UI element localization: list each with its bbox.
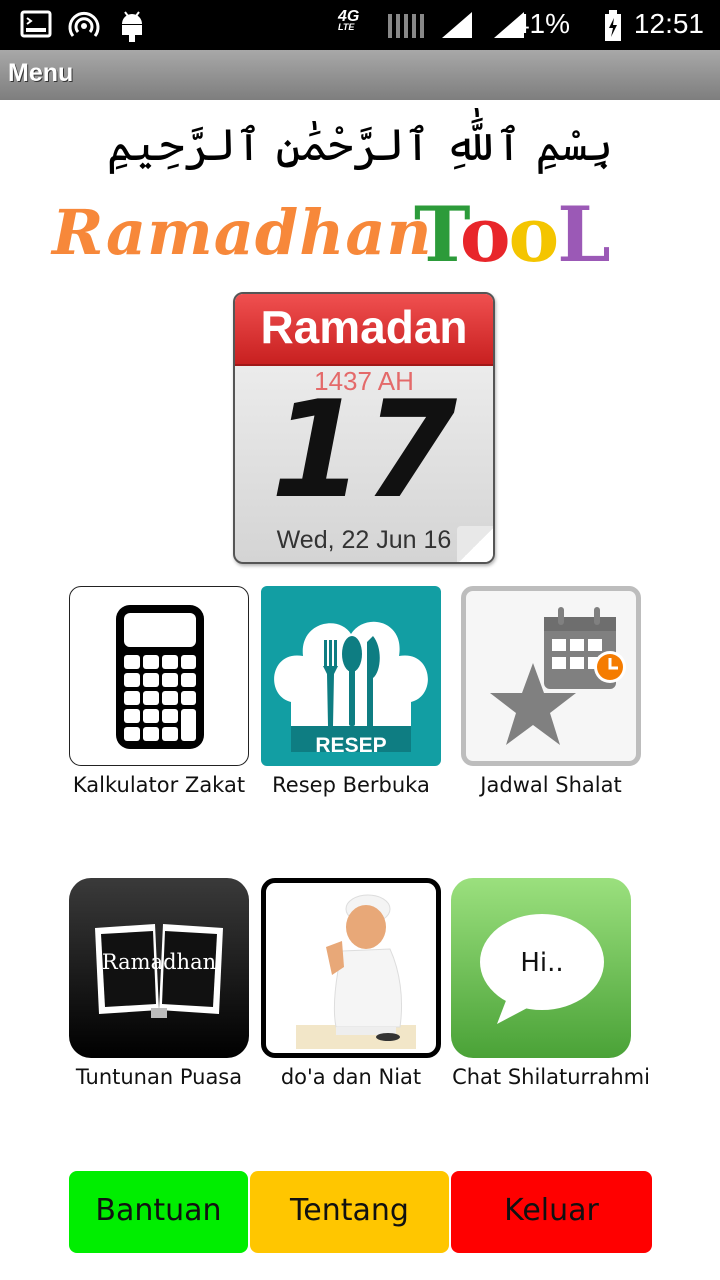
star-icon bbox=[488, 661, 578, 751]
calendar-header: Ramadan bbox=[235, 294, 493, 366]
terminal-icon bbox=[20, 10, 52, 44]
logo-letter-l: L bbox=[557, 190, 610, 279]
logo-letter-o2: o bbox=[508, 190, 560, 279]
book-title: Ramadhan bbox=[101, 950, 217, 974]
zakat-calculator-label: Kalkulator Zakat bbox=[72, 773, 246, 797]
bismillah-text: بِسْمِ ٱللَّٰهِ ٱلرَّحْمَٰنِ ٱلرَّحِيمِ bbox=[106, 120, 614, 171]
clock: 12:51 bbox=[633, 8, 704, 39]
chat-bubble-text: Hi.. bbox=[520, 948, 564, 978]
chat-tile[interactable]: Hi.. bbox=[451, 878, 631, 1058]
about-button[interactable]: Tentang bbox=[250, 1171, 449, 1253]
prayer-schedule-tile[interactable] bbox=[461, 586, 641, 766]
status-bar: 4G LTE 41% 12:51 bbox=[0, 0, 720, 50]
zakat-calculator-tile[interactable] bbox=[69, 586, 249, 766]
chat-label: Chat Shilaturrahmi bbox=[452, 1065, 650, 1089]
hijri-calendar: Ramadan 1437 AH 17 Wed, 22 Jun 16 bbox=[233, 292, 495, 564]
fasting-guide-label: Tuntunan Puasa bbox=[75, 1065, 243, 1089]
exit-button[interactable]: Keluar bbox=[451, 1171, 652, 1253]
recipe-tile[interactable]: RESEP bbox=[261, 586, 441, 766]
fasting-guide-tile[interactable]: Ramadhan bbox=[69, 878, 249, 1058]
hotspot-icon bbox=[68, 10, 100, 44]
app-logo: Ramadhan TooL bbox=[52, 190, 672, 279]
calendar-day: 17 bbox=[270, 372, 458, 528]
recipe-label: Resep Berbuka bbox=[272, 773, 430, 797]
signal-bars-icon bbox=[386, 12, 428, 44]
action-bar-title[interactable]: Menu bbox=[8, 59, 73, 88]
calendar-gregorian-date: Wed, 22 Jun 16 bbox=[276, 526, 452, 554]
action-bar: Menu bbox=[0, 50, 720, 100]
signal-icon bbox=[440, 10, 474, 44]
prayer-intent-label: do'a dan Niat bbox=[280, 1065, 422, 1089]
logo-text-tool: TooL bbox=[414, 190, 611, 279]
network-4g-icon: 4G LTE bbox=[338, 8, 360, 32]
prayer-intent-tile[interactable] bbox=[261, 878, 441, 1058]
recipe-badge: RESEP bbox=[315, 734, 387, 757]
android-icon bbox=[118, 10, 146, 46]
help-button[interactable]: Bantuan bbox=[69, 1171, 248, 1253]
prayer-schedule-label: Jadwal Shalat bbox=[480, 773, 622, 797]
logo-text-ramadhan: Ramadhan bbox=[52, 196, 433, 269]
battery-percent: 41% bbox=[513, 8, 570, 39]
praying-person-icon bbox=[266, 887, 436, 1053]
calendar-month: Ramadan bbox=[260, 301, 468, 353]
battery-icon bbox=[604, 10, 622, 46]
page-curl bbox=[457, 526, 493, 562]
calculator-icon bbox=[114, 603, 206, 755]
logo-letter-t: T bbox=[414, 190, 462, 279]
logo-letter-o1: o bbox=[459, 190, 511, 279]
